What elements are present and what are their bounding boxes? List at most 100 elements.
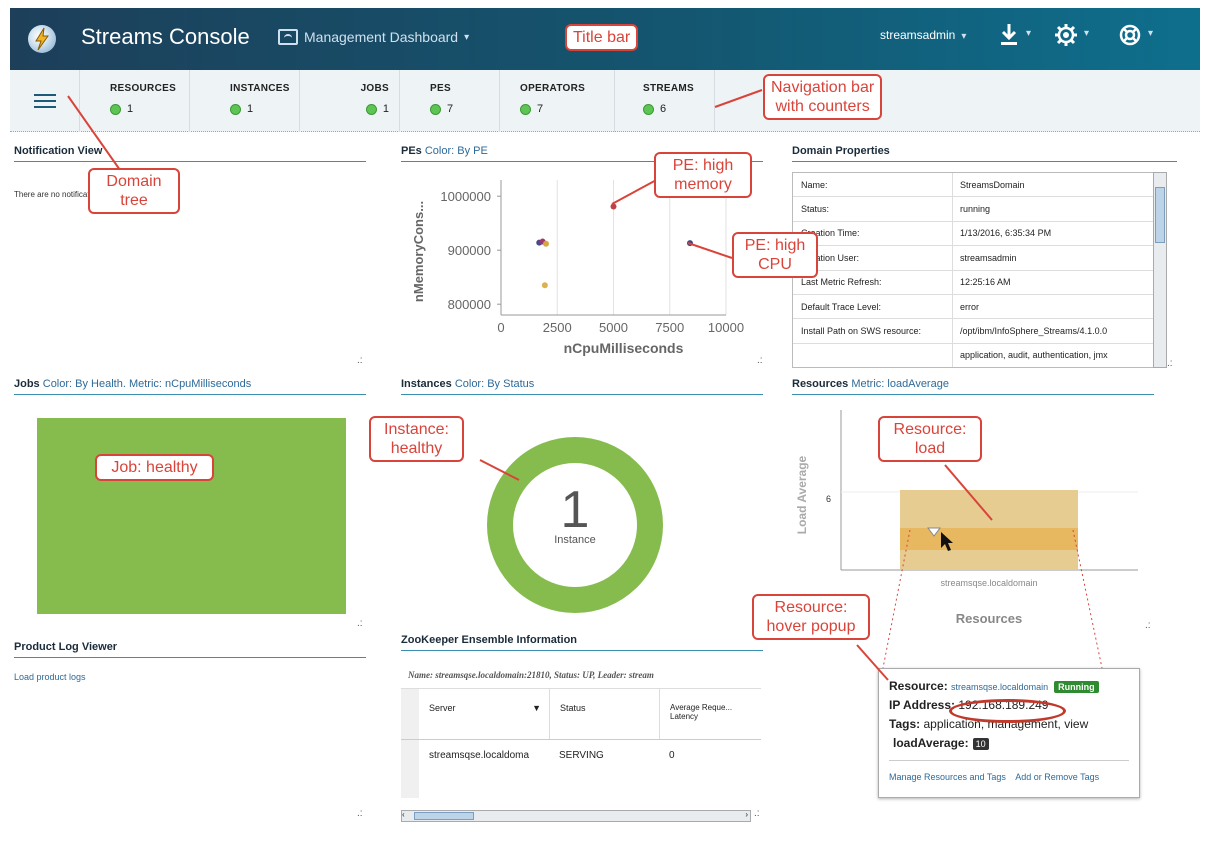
resize-handle[interactable]: .: [757, 355, 763, 366]
settings-menu[interactable]: ▾ [1054, 23, 1089, 50]
nav-streams[interactable]: STREAMS 6 [615, 70, 715, 132]
data-point[interactable] [687, 240, 693, 247]
scrollbar[interactable] [1153, 172, 1167, 368]
scroll-right-icon[interactable]: › [745, 810, 748, 819]
scroll-left-icon[interactable]: ‹ [402, 810, 405, 819]
zookeeper-title: ZooKeeper Ensemble Information [401, 634, 763, 651]
instances-subtitle: Color: By Status [454, 378, 535, 390]
instance-label: Instance [554, 534, 596, 546]
x-tick-label: 5000 [599, 320, 628, 335]
domain-properties-table: Name: StreamsDomain Status: running Creation… [792, 172, 1156, 368]
help-lifebuoy-icon [1119, 24, 1141, 46]
column-header-status[interactable]: Status [549, 689, 659, 739]
data-point[interactable] [610, 203, 617, 210]
popup-ip-label: IP Address: [889, 698, 956, 712]
zookeeper-summary: Name: streamsqse.localdomain:21810, Stat… [408, 670, 654, 680]
user-name: streamsadmin [880, 28, 956, 42]
scrollbar-thumb[interactable] [414, 812, 474, 820]
download-menu[interactable]: ▾ [998, 22, 1031, 51]
nav-jobs[interactable]: JOBS 1 [300, 70, 400, 132]
property-value: /opt/ibm/InfoSphere_Streams/4.1.0.0 [960, 326, 1108, 337]
property-key: Status: [793, 197, 953, 221]
callout-pe-memory: PE: high memory [654, 152, 752, 198]
status-ok-icon [643, 103, 654, 115]
x-tick-label: 7500 [655, 320, 684, 335]
job-treemap-tile[interactable] [37, 418, 346, 614]
callout-instance: Instance: healthy [369, 416, 464, 462]
x-tick-label: 0 [497, 320, 504, 335]
property-key: Default Trace Level: [793, 294, 953, 319]
property-value: running [960, 204, 991, 215]
x-tick-label: 10000 [708, 320, 744, 335]
domain-tree-toggle[interactable] [10, 70, 80, 132]
resources-subtitle: Metric: loadAverage [851, 378, 949, 390]
data-point[interactable] [541, 282, 548, 289]
pes-title: PEs [401, 145, 422, 157]
property-value: application, audit, authentication, jmx [960, 350, 1108, 361]
jobs-subtitle: Color: By Health. Metric: nCpuMillisecon… [42, 378, 252, 390]
property-key: Install Path on SWS resource: [793, 319, 953, 343]
load-product-logs-link[interactable]: Load product logs [14, 672, 86, 682]
popup-resource-link[interactable]: streamsqse.localdomain [951, 682, 1048, 692]
property-key [793, 343, 953, 367]
nav-label: INSTANCES [230, 83, 290, 94]
dashboard-selector[interactable]: Management Dashboard ▾ [278, 29, 469, 45]
ip-highlight-ellipse [949, 699, 1066, 723]
pes-subtitle: Color: By PE [424, 145, 488, 157]
callout-title-bar: Title bar [565, 24, 639, 51]
popup-metric-label: loadAverage: [893, 736, 969, 750]
chevron-down-icon: ▾ [1084, 28, 1090, 39]
streams-logo-icon[interactable] [28, 25, 56, 53]
jobs-title: Jobs [14, 378, 40, 390]
resize-handle[interactable]: .: [357, 618, 363, 629]
instance-count: 1 [560, 481, 590, 539]
instances-title: Instances [401, 378, 452, 390]
resource-hover-popup: Resource: streamsqse.localdomain Running … [878, 668, 1140, 798]
callout-resource-load: Resource: load [878, 416, 982, 462]
cell-status: SERVING [559, 750, 604, 761]
property-row: Install Path on SWS resource: /opt/ibm/In… [793, 319, 1155, 344]
column-header-latency[interactable]: Average Reque... Latency [659, 689, 761, 739]
chevron-down-icon: ▾ [1026, 28, 1032, 39]
y-axis-label: Load Average [795, 455, 809, 535]
status-ok-icon [520, 103, 531, 115]
callout-pe-cpu: PE: high CPU [732, 232, 818, 278]
resize-handle[interactable]: .: [357, 355, 363, 366]
nav-count: 7 [537, 103, 544, 115]
callout-domain-tree: Domain tree [88, 168, 180, 214]
nav-operators[interactable]: OPERATORS 7 [500, 70, 615, 132]
horizontal-scrollbar[interactable]: ‹ › [401, 810, 751, 822]
property-row: Name: StreamsDomain [793, 173, 1155, 198]
column-header-server[interactable]: Server ▼ [419, 689, 549, 739]
scrollbar-thumb[interactable] [1155, 187, 1165, 243]
nav-label: PES [430, 83, 451, 94]
y-tick-label: 900000 [448, 243, 491, 258]
resources-panel-title: Resources Metric: loadAverage [792, 378, 1154, 395]
callout-navigation-bar: Navigation bar with counters [763, 74, 883, 120]
resize-handle[interactable]: .: [357, 808, 363, 819]
nav-resources[interactable]: RESOURCES 1 [80, 70, 190, 132]
user-menu[interactable]: streamsadmin ▾ [880, 28, 966, 42]
status-badge: Running [1054, 681, 1099, 693]
nav-pes[interactable]: PES 7 [400, 70, 500, 132]
cell-latency: 0 [669, 750, 675, 761]
data-point[interactable] [543, 240, 549, 247]
app-title: Streams Console [81, 24, 250, 49]
status-ok-icon [365, 103, 377, 115]
notification-view-title: Notification View [14, 145, 366, 162]
nav-instances[interactable]: INSTANCES 1 [190, 70, 300, 132]
popup-resource-label: Resource: [889, 679, 948, 693]
resize-handle[interactable]: .: [1167, 358, 1173, 369]
add-remove-tags-link[interactable]: Add or Remove Tags [1015, 772, 1099, 782]
popup-metric-value: 10 [972, 738, 989, 750]
instances-panel-title: Instances Color: By Status [401, 378, 763, 395]
nav-label: STREAMS [643, 83, 694, 94]
y-tick-label: 800000 [448, 297, 491, 312]
manage-resources-link[interactable]: Manage Resources and Tags [889, 772, 1006, 782]
help-menu[interactable]: ▾ [1118, 23, 1153, 50]
resize-handle[interactable]: .: [1145, 620, 1151, 631]
table-row[interactable]: streamsqse.localdoma SERVING 0 [401, 740, 761, 798]
property-value: 12:25:16 AM [960, 277, 1011, 288]
property-value: error [960, 301, 980, 312]
resize-handle[interactable]: .: [754, 808, 760, 819]
